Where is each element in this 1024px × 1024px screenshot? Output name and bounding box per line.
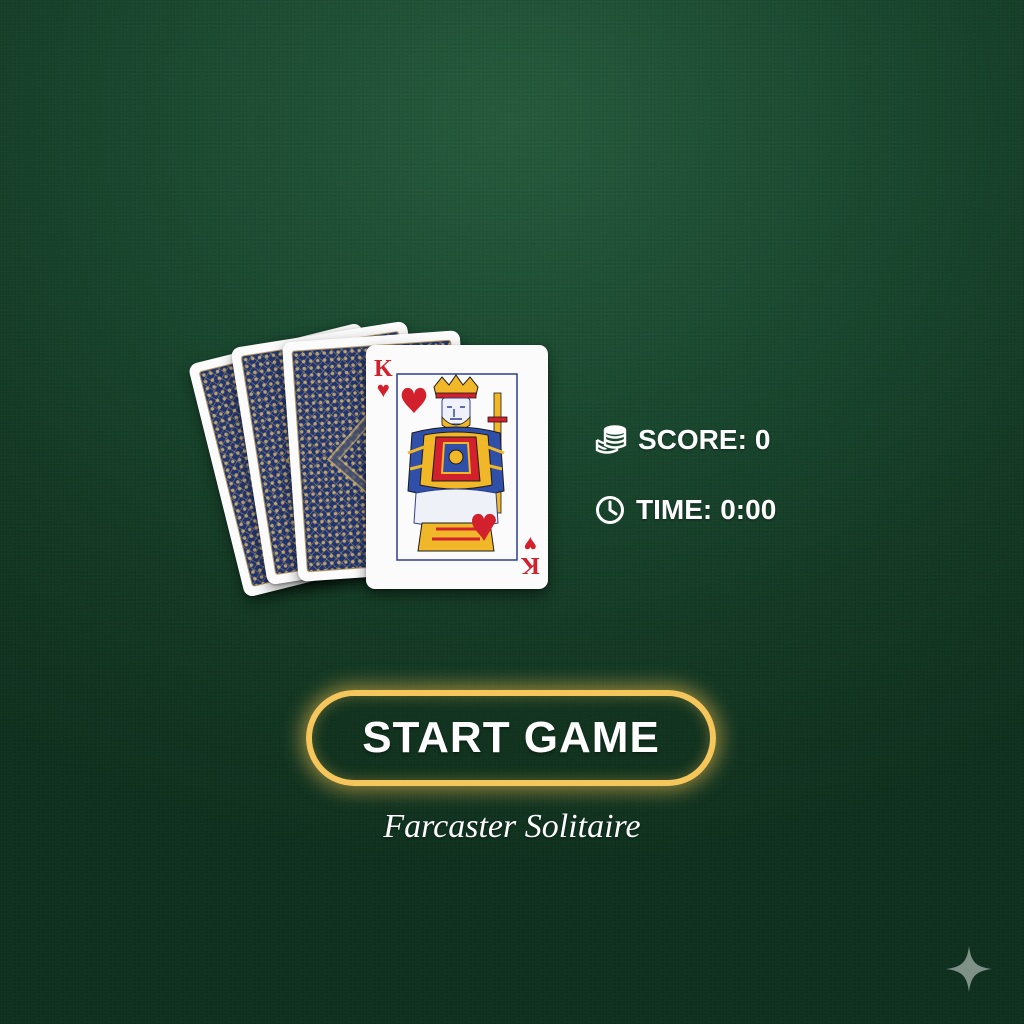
time-display: TIME: 0:00 bbox=[594, 490, 776, 530]
app-title: Farcaster Solitaire bbox=[383, 808, 641, 845]
king-court-illustration bbox=[396, 373, 518, 561]
heart-suit-icon: ♥ bbox=[376, 377, 390, 402]
score-display: SCORE: 0 bbox=[594, 420, 770, 460]
card-corner-top: K ♥ bbox=[374, 357, 393, 401]
sparkle-icon bbox=[946, 946, 992, 992]
clock-icon bbox=[596, 496, 624, 524]
time-label: TIME: bbox=[636, 494, 713, 525]
card-corner-bottom: K ♥ bbox=[521, 532, 540, 578]
start-game-label: START GAME bbox=[362, 713, 660, 762]
coin-stack-icon bbox=[595, 425, 627, 454]
time-value: 0:00 bbox=[720, 494, 777, 525]
start-game-button[interactable]: START GAME bbox=[306, 690, 716, 786]
king-of-hearts-card: K ♥ K ♥ bbox=[366, 345, 548, 589]
score-value: 0 bbox=[754, 424, 771, 455]
score-label: SCORE: bbox=[638, 424, 747, 455]
